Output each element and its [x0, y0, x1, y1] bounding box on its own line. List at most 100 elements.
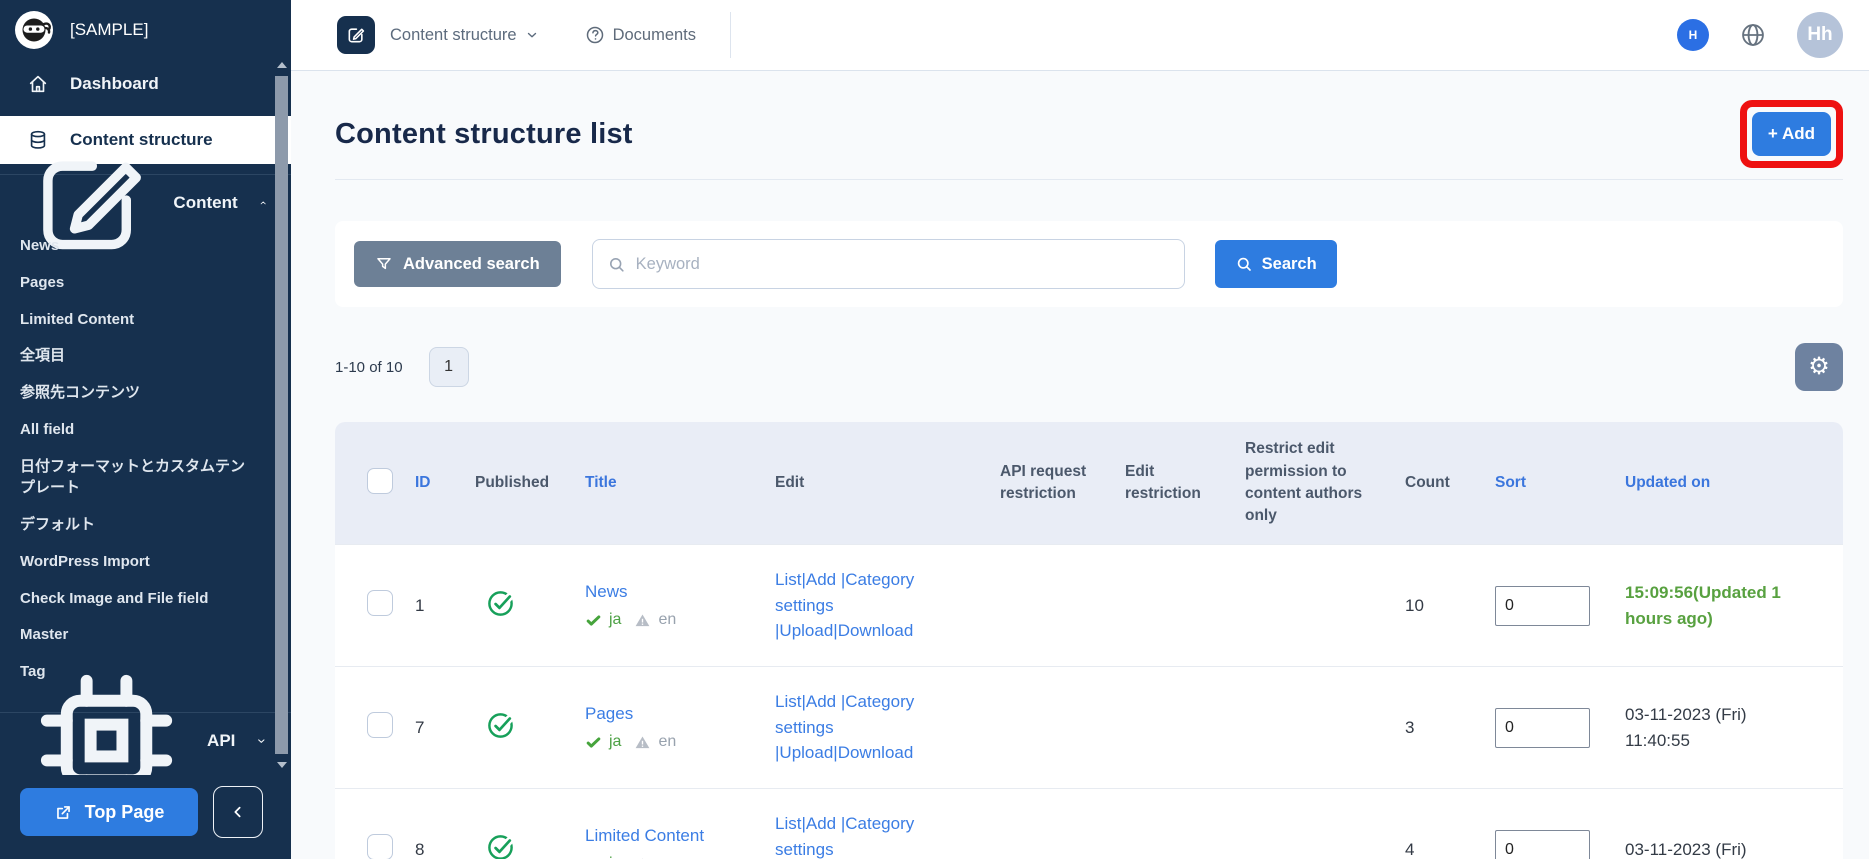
- row-checkbox[interactable]: [367, 834, 393, 859]
- home-icon: [29, 75, 47, 93]
- context-switcher[interactable]: Content structure: [390, 26, 539, 45]
- lang-en-label: en: [658, 611, 677, 628]
- sidebar-bottom-bar: Top Page: [0, 775, 291, 859]
- funnel-icon: [377, 258, 391, 270]
- add-button[interactable]: + Add: [1751, 112, 1831, 156]
- sort-input[interactable]: [1495, 585, 1590, 626]
- cell-count: 3: [1405, 717, 1415, 737]
- title-row: Content structure list + Add: [335, 100, 1843, 168]
- chevron-down-icon: [258, 739, 265, 743]
- top-page-label: Top Page: [84, 801, 165, 822]
- page-1-button[interactable]: 1: [428, 347, 469, 387]
- col-header-edit: Edit: [775, 473, 805, 491]
- pagination-row: 1-10 of 10 1 ⚙: [335, 343, 1843, 391]
- col-header-sort[interactable]: Sort: [1495, 472, 1625, 494]
- sort-input[interactable]: [1495, 707, 1590, 748]
- published-check-icon: [488, 590, 514, 616]
- table-row: 8 Limited Content ja en List|Add |Catego…: [335, 788, 1843, 859]
- documents-link[interactable]: Documents: [585, 25, 696, 45]
- cell-edit-links[interactable]: List|Add |Category settings |Upload|Down…: [775, 567, 1000, 644]
- cell-id: 8: [415, 839, 425, 859]
- row-checkbox[interactable]: [367, 712, 393, 738]
- sidebar-item-master[interactable]: Master: [20, 624, 255, 646]
- published-check-icon: [488, 834, 514, 859]
- col-header-count: Count: [1405, 473, 1450, 491]
- notification-avatar[interactable]: H: [1677, 19, 1709, 51]
- cell-edit-links[interactable]: List|Add |Category settings |Upload|Down…: [775, 689, 1000, 766]
- logo-row[interactable]: [SAMPLE]: [0, 0, 291, 52]
- table-header-row: ID Published Title Edit API request rest…: [335, 422, 1843, 544]
- scroll-up-arrow-icon[interactable]: [277, 62, 287, 68]
- red-annotation-box: + Add: [1739, 100, 1843, 168]
- cell-updated: 03-11-2023 (Fri): [1625, 839, 1747, 859]
- sidebar-group-api[interactable]: API: [0, 675, 291, 807]
- sidebar-item-label: Dashboard: [70, 74, 159, 93]
- keyword-field: [591, 239, 1185, 289]
- lang-row: ja en: [585, 611, 775, 629]
- sidebar-item-default[interactable]: デフォルト: [20, 514, 255, 536]
- scroll-down-arrow-icon[interactable]: [277, 762, 287, 768]
- col-header-title[interactable]: Title: [585, 472, 775, 494]
- sidebar-group-content[interactable]: Content: [0, 161, 291, 250]
- cell-edit-links[interactable]: List|Add |Category settings |Upload|Down…: [775, 811, 1000, 859]
- question-circle-icon: [586, 26, 603, 44]
- row-checkbox[interactable]: [367, 590, 393, 616]
- table-row: 7 Pages ja en List|Add |Category setting…: [335, 666, 1843, 788]
- table-settings-button[interactable]: ⚙: [1795, 343, 1843, 391]
- avatar-initial: H: [1688, 28, 1698, 42]
- lang-en-label: en: [658, 855, 676, 859]
- row-title-link[interactable]: Pages: [585, 704, 633, 723]
- sort-input[interactable]: [1495, 829, 1590, 859]
- sidebar-scrollbar[interactable]: [275, 60, 288, 770]
- search-icon: [1237, 257, 1251, 271]
- cell-id: 1: [415, 595, 425, 615]
- select-all-checkbox[interactable]: [367, 467, 393, 494]
- sidebar-item-check-image-file[interactable]: Check Image and File field: [20, 588, 255, 610]
- search-button[interactable]: Search: [1214, 240, 1337, 288]
- table-row: 1 News ja en List|Add |Category settings…: [335, 544, 1843, 666]
- cell-id: 7: [415, 717, 425, 737]
- published-check-icon: [488, 712, 514, 738]
- sidebar-item-limited-content[interactable]: Limited Content: [20, 309, 255, 331]
- sidebar-item-all-items[interactable]: 全項目: [20, 345, 255, 367]
- top-page-button[interactable]: Top Page: [20, 788, 198, 836]
- search-panel: Advanced search Search: [335, 221, 1843, 307]
- col-header-published: Published: [475, 473, 550, 491]
- sidebar-item-wordpress-import[interactable]: WordPress Import: [20, 551, 255, 573]
- cell-count: 4: [1405, 839, 1415, 859]
- external-link-icon: [56, 805, 70, 819]
- lang-ja-label: ja: [609, 611, 622, 628]
- col-header-restrict-authors: Restrict edit permission to content auth…: [1245, 440, 1363, 525]
- sidebar: [SAMPLE] Dashboard Content structure Con…: [0, 0, 291, 859]
- row-title-link[interactable]: News: [585, 582, 628, 601]
- lang-warning-icon: [636, 735, 650, 748]
- search-icon: [609, 257, 624, 272]
- row-title-link[interactable]: Limited Content: [585, 826, 704, 845]
- header-divider: [730, 12, 732, 58]
- pagination-range: 1-10 of 10: [335, 358, 403, 376]
- sidebar-item-date-format-template[interactable]: 日付フォーマットとカスタムテンプレート: [20, 456, 255, 500]
- pencil-square-icon: [348, 28, 365, 43]
- context-label: Content structure: [390, 25, 517, 44]
- keyword-input[interactable]: [635, 254, 1170, 274]
- sidebar-item-pages[interactable]: Pages: [20, 272, 255, 294]
- chevron-down-icon: [527, 32, 536, 38]
- sidebar-item-dashboard[interactable]: Dashboard: [0, 64, 291, 104]
- search-label: Search: [1261, 254, 1317, 273]
- lang-ok-check-icon: [598, 858, 600, 859]
- col-header-api-restriction: API request restriction: [1000, 462, 1087, 502]
- header-right-group: H Hh: [1677, 12, 1843, 58]
- col-header-id[interactable]: ID: [415, 472, 475, 494]
- advanced-search-button[interactable]: Advanced search: [354, 241, 561, 287]
- context-app-button[interactable]: [337, 16, 375, 54]
- lang-warning-icon: [636, 613, 650, 626]
- documents-label: Documents: [612, 25, 697, 44]
- col-header-updated[interactable]: Updated on: [1625, 472, 1843, 494]
- sidebar-item-all-field[interactable]: All field: [20, 419, 255, 441]
- sidebar-collapse-button[interactable]: [213, 786, 263, 838]
- sidebar-item-reference-content[interactable]: 参照先コンテンツ: [20, 382, 255, 404]
- chevron-up-icon: [260, 201, 266, 205]
- user-avatar[interactable]: Hh: [1797, 12, 1843, 58]
- scrollbar-thumb[interactable]: [275, 76, 288, 754]
- globe-icon[interactable]: [1739, 21, 1767, 49]
